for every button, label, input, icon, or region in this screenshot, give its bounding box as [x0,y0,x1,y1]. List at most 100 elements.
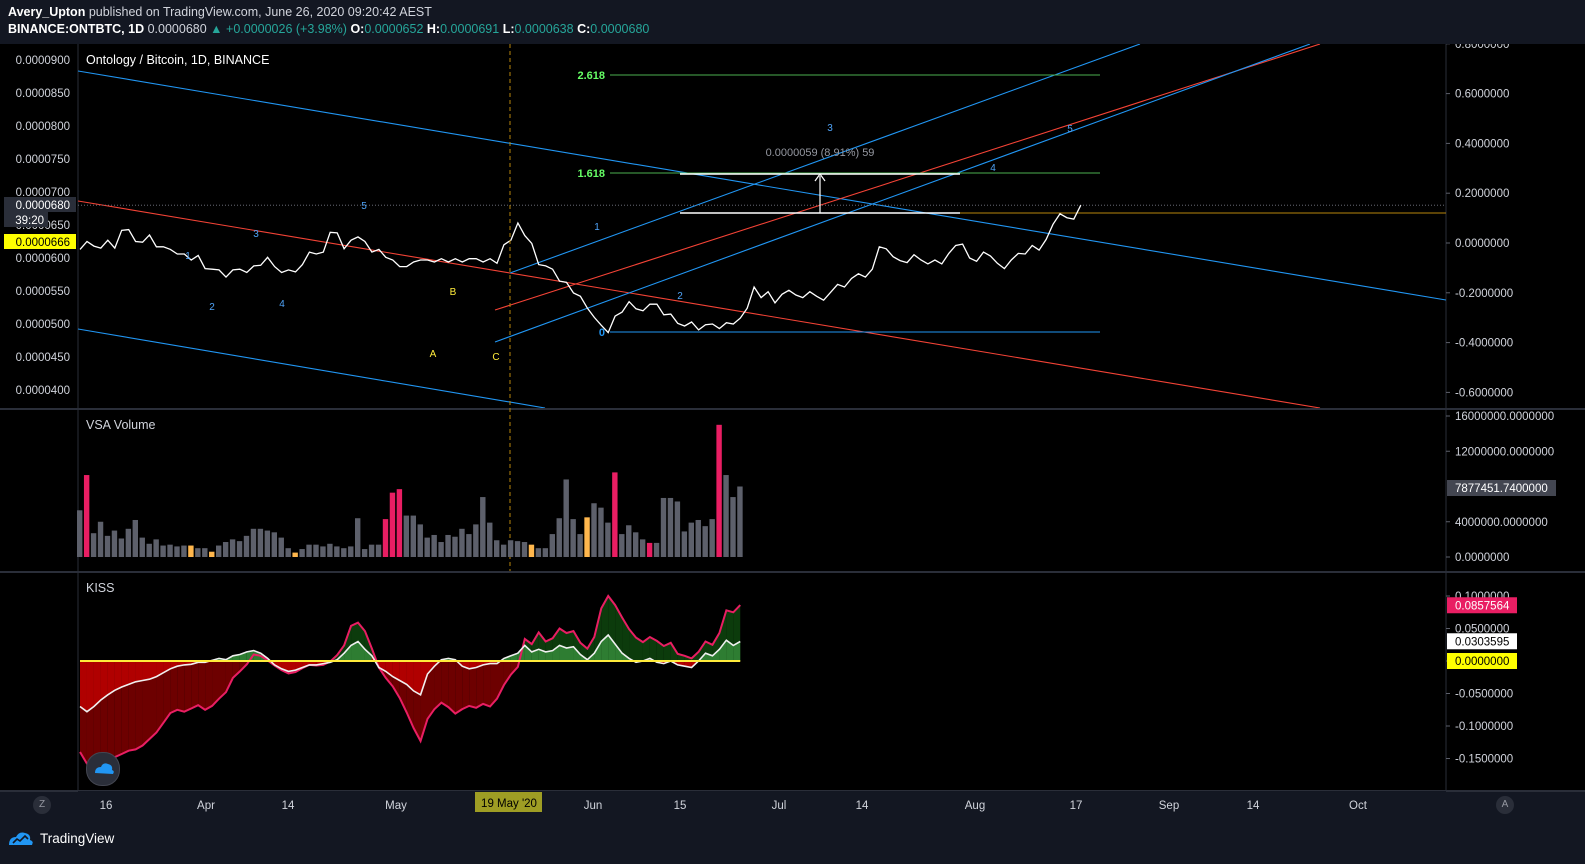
log-scale-toggle[interactable]: Z [33,796,51,814]
kiss-red-area-segment [455,661,463,714]
volume-bar [653,542,660,557]
volume-bar [146,543,152,557]
wave-label: 3 [827,123,833,134]
wave-label: C [492,352,499,363]
kiss-red-area-segment [441,661,449,708]
wave-label: B [450,287,457,298]
tradingview-logo[interactable]: TradingView [8,829,114,847]
volume-bar [487,522,493,557]
wave-label: 2 [209,302,215,313]
volume-bar [229,539,236,557]
volume-bar [723,475,729,557]
volume-bar [626,525,632,557]
tradingview-logo-icon [9,832,33,845]
last-price: 0.0000680 [147,22,207,36]
volume-bar [389,492,396,557]
kiss-red-area-segment [191,661,199,709]
volume-bar [181,545,187,557]
volume-bar [466,534,472,557]
volume-bar [174,546,180,557]
auto-scale-toggle[interactable]: A [1496,796,1514,814]
volume-bar [542,548,549,557]
kiss-badge-white: 0.0303595 [1455,636,1509,648]
volume-bar [299,549,305,557]
right-axis-tick: 0.4000000 [1455,138,1509,150]
kiss-red-area-segment [205,661,213,710]
volume-bar [473,524,479,557]
volume-bar [716,424,722,557]
volume-bar [667,497,674,557]
volume-bar [688,522,694,557]
volume-bar [83,475,90,557]
volume-bar [730,497,736,557]
kiss-axis-tick: -0.1500000 [1455,754,1513,766]
open-value: 0.0000652 [364,22,424,36]
kiss-white-area-segment [86,661,94,712]
right-axis-tick: -0.4000000 [1455,338,1513,350]
time-axis-tick: 17 [1070,800,1083,812]
measure-label: 0.0000059 (8.91%) 59 [766,147,875,159]
kiss-white-area-segment [100,661,108,700]
volume-bar [584,517,590,557]
volume-bar [118,538,125,557]
high-label: H: [426,22,441,36]
volume-bar [368,544,375,557]
right-axis-tick: 0.0000000 [1455,238,1509,250]
volume-bar [459,528,465,557]
left-axis-tick: 0.0000800 [16,121,70,133]
wave-label: 4 [990,163,996,174]
volume-bar [306,544,312,557]
volume-axis-tick: 0.0000000 [1455,552,1509,564]
volume-bar [278,537,284,557]
header-bar: Avery_Upton published on TradingView.com… [0,0,1585,44]
chart-canvas[interactable]: 2.618 1.618 0 0.0000059 (8.91%) 59 1 2 3 4 5 A B C 1… [0,44,1585,826]
volume-bar [132,519,138,557]
volume-bar [167,544,173,557]
volume-bar [598,507,604,557]
volume-bar [660,497,667,557]
wave-label: 3 [253,229,259,240]
volume-bar [737,486,743,557]
volume-bar [195,548,201,557]
time-axis-tick: Apr [197,800,215,812]
time-axis-tick: 16 [100,800,113,812]
left-axis-tick: 0.0000850 [16,88,70,100]
volume-bar [709,519,715,557]
cloud-icon [95,763,114,774]
volume-bar [139,537,145,557]
volume-bar [90,533,97,557]
volume-bar [104,535,111,557]
published-text: published on TradingView.com, June 26, 2… [88,5,432,19]
close-value: 0.0000680 [590,22,650,36]
fib-level-label: 2.618 [577,70,605,82]
wave-label: 1 [185,251,191,262]
volume-bar [348,546,354,557]
right-axis-tick: 0.8000000 [1455,44,1509,51]
tradingview-watermark-badge [86,752,120,786]
volume-bar [209,551,215,557]
left-axis-tick: 0.0000550 [16,286,70,298]
volume-bar [619,534,625,557]
kiss-red-area-segment [434,661,442,710]
volume-bar [431,534,437,557]
kiss-axis-tick: -0.0500000 [1455,689,1513,701]
volume-bar [577,534,583,557]
volume-bar [695,519,701,557]
kiss-white-area-segment [114,661,122,691]
volume-bar [271,532,277,557]
volume-bar [570,519,576,557]
kiss-white-area-segment [135,661,143,682]
symbol-label[interactable]: BINANCE:ONTBTC, 1D [8,22,144,36]
volume-bar [97,521,104,557]
volume-axis-tick: 16000000.0000000 [1455,411,1554,423]
right-axis-tick: 0.2000000 [1455,188,1509,200]
author-name[interactable]: Avery_Upton [8,5,85,19]
right-axis-tick: -0.2000000 [1455,288,1513,300]
volume-bar [202,548,208,557]
volume-bar [160,545,166,557]
kiss-white-area-segment [121,661,129,687]
wave-label: 1 [594,222,600,233]
volume-axis-tick: 12000000.0000000 [1455,446,1554,458]
time-axis-tick: 14 [856,800,869,812]
kiss-white-area-segment [413,661,421,695]
